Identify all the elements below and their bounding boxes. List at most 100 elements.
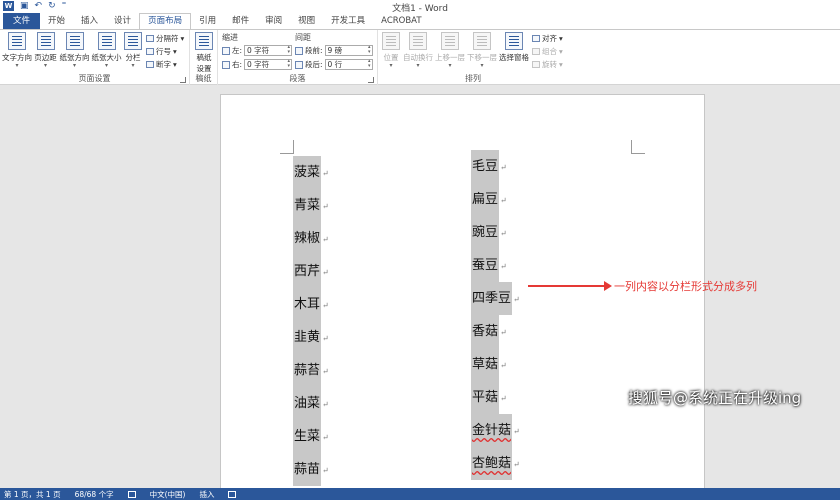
text-column-left: 菠菜 ↵ 青菜 ↵ 辣椒 ↵ 西芹 ↵ 木耳 ↵ 韭黄 ↵ 蒜苔 ↵ 油菜 ↵ 生菜 ↵ 蒜苗 ↵: [293, 156, 329, 486]
tab-insert[interactable]: 插入: [73, 13, 106, 29]
tab-acrobat[interactable]: ACROBAT: [373, 13, 429, 29]
send-backward-button[interactable]: 下移一层 ▾: [467, 32, 497, 69]
annotation-text: 一列内容以分栏形式分成多列: [614, 280, 757, 293]
selected-text[interactable]: 菠菜: [293, 156, 322, 189]
text-direction-icon: [8, 32, 26, 50]
selected-text[interactable]: 青菜: [293, 189, 322, 222]
spacing-before-input[interactable]: 9 磅: [324, 45, 373, 56]
paragraph-mark-icon: ↵: [500, 394, 507, 403]
align-button[interactable]: 对齐 ▾: [532, 33, 563, 44]
indent-right-input[interactable]: 0 字符: [244, 59, 293, 70]
line-numbers-button[interactable]: 行号 ▾: [146, 46, 177, 57]
spacing-after-row: 段后: 0 行: [295, 59, 373, 70]
dropdown-arrow-icon: ▾: [15, 62, 19, 69]
paragraph-mark-icon: ↵: [513, 295, 520, 304]
line-numbers-icon: [146, 48, 154, 55]
selected-text[interactable]: 草菇: [471, 348, 500, 381]
hyphenation-button[interactable]: 断字 ▾: [146, 59, 177, 70]
paragraph-mark-icon: ↵: [500, 163, 507, 172]
selected-text[interactable]: 杏鲍菇: [471, 447, 513, 480]
selected-text[interactable]: 西芹: [293, 255, 322, 288]
position-button[interactable]: 位置 ▾: [380, 32, 402, 69]
selected-text[interactable]: 蒜苔: [293, 354, 322, 387]
page-count[interactable]: 第 1 页，共 1 页: [4, 489, 61, 500]
selected-text[interactable]: 平菇: [471, 381, 500, 414]
selected-text[interactable]: 金针菇: [471, 414, 513, 447]
document-line: 青菜 ↵: [293, 189, 329, 222]
macro-icon[interactable]: [228, 490, 237, 498]
dropdown-arrow-icon: ▾: [104, 62, 108, 69]
indent-header: 缩进: [222, 33, 238, 42]
spacing-after-icon: [295, 60, 303, 69]
text-direction-button[interactable]: 文字方向 ▾: [2, 32, 32, 69]
language-indicator[interactable]: 中文(中国): [150, 489, 186, 500]
selected-text[interactable]: 生菜: [293, 420, 322, 453]
document-line: 毛豆 ↵: [471, 150, 520, 183]
wrap-text-button[interactable]: 自动换行 ▾: [403, 32, 433, 69]
paragraph-launcher-icon[interactable]: [368, 77, 374, 83]
tab-developer[interactable]: 开发工具: [323, 13, 373, 29]
selected-text[interactable]: 辣椒: [293, 222, 322, 255]
tab-view[interactable]: 视图: [290, 13, 323, 29]
selection-pane-icon: [505, 32, 523, 50]
selected-text[interactable]: 木耳: [293, 288, 322, 321]
bring-forward-button[interactable]: 上移一层 ▾: [435, 32, 465, 69]
selected-text[interactable]: 四季豆: [471, 282, 513, 315]
document-line: 蒜苗 ↵: [293, 453, 329, 486]
spacing-header: 间距: [295, 33, 311, 42]
selected-text[interactable]: 蒜苗: [293, 453, 322, 486]
paragraph-mark-icon: ↵: [322, 367, 329, 376]
draft-paper-group: 稿纸 设置 稿纸: [190, 30, 218, 85]
group-button[interactable]: 组合 ▾: [532, 46, 563, 57]
orientation-icon: [65, 32, 84, 50]
selected-text[interactable]: 扁豆: [471, 183, 500, 216]
page-setup-launcher-icon[interactable]: [180, 77, 186, 83]
columns-button[interactable]: 分栏 ▾: [123, 32, 143, 69]
word-count[interactable]: 68/68 个字: [75, 489, 114, 500]
indent-right-row: 右: 0 字符: [222, 59, 293, 70]
selected-text[interactable]: 毛豆: [471, 150, 500, 183]
paragraph-mark-icon: ↵: [500, 229, 507, 238]
document-line: 杏鲍菇 ↵: [471, 447, 520, 480]
draft-paper-button[interactable]: 稿纸 设置: [194, 32, 214, 74]
orientation-button[interactable]: 纸张方向 ▾: [59, 32, 90, 69]
paper-size-button[interactable]: 纸张大小 ▾: [91, 32, 122, 69]
selected-text[interactable]: 油菜: [293, 387, 322, 420]
selected-text[interactable]: 豌豆: [471, 216, 500, 249]
tab-file[interactable]: 文件: [3, 13, 41, 29]
tab-design[interactable]: 设计: [106, 13, 139, 29]
selected-text[interactable]: 韭黄: [293, 321, 322, 354]
breaks-button[interactable]: 分隔符 ▾: [146, 33, 184, 44]
dropdown-arrow-icon: ▾: [43, 62, 47, 69]
tab-mailings[interactable]: 邮件: [224, 13, 257, 29]
tab-page-layout[interactable]: 页面布局: [139, 13, 192, 29]
dropdown-arrow-icon: ▾: [72, 62, 76, 69]
selection-pane-button[interactable]: 选择窗格: [499, 32, 529, 63]
tab-references[interactable]: 引用: [191, 13, 224, 29]
indent-left-input[interactable]: 0 字符: [244, 45, 293, 56]
red-arrow-icon: [528, 281, 612, 291]
spacing-after-input[interactable]: 0 行: [324, 59, 373, 70]
proofing-icon[interactable]: [127, 490, 136, 498]
indent-left-row: 左: 0 字符: [222, 45, 293, 56]
selected-text[interactable]: 蚕豆: [471, 249, 500, 282]
margins-button[interactable]: 页边距 ▾: [33, 32, 58, 69]
dropdown-arrow-icon: ▾: [131, 62, 135, 69]
tab-home[interactable]: 开始: [40, 13, 73, 29]
selected-text[interactable]: 香菇: [471, 315, 500, 348]
document-line: 蚕豆 ↵: [471, 249, 520, 282]
align-icon: [532, 35, 540, 42]
ribbon-tabs: 文件 开始 插入 设计 页面布局 引用 邮件 审阅 视图 开发工具 ACROBA…: [0, 13, 840, 29]
rotate-button[interactable]: 旋转 ▾: [532, 59, 563, 70]
group-icon: [532, 48, 540, 55]
crop-mark: [631, 140, 645, 154]
watermark-text: 搜狐号@系统正在升级ing: [628, 389, 802, 407]
paragraph-label: 段落: [289, 74, 306, 83]
document-line: 木耳 ↵: [293, 288, 329, 321]
document-line: 四季豆 ↵: [471, 282, 520, 315]
document-line: 蒜苔 ↵: [293, 354, 329, 387]
tab-review[interactable]: 审阅: [257, 13, 290, 29]
wrap-text-icon: [409, 32, 427, 50]
paragraph-mark-icon: ↵: [322, 466, 329, 475]
input-mode[interactable]: 插入: [199, 489, 214, 500]
